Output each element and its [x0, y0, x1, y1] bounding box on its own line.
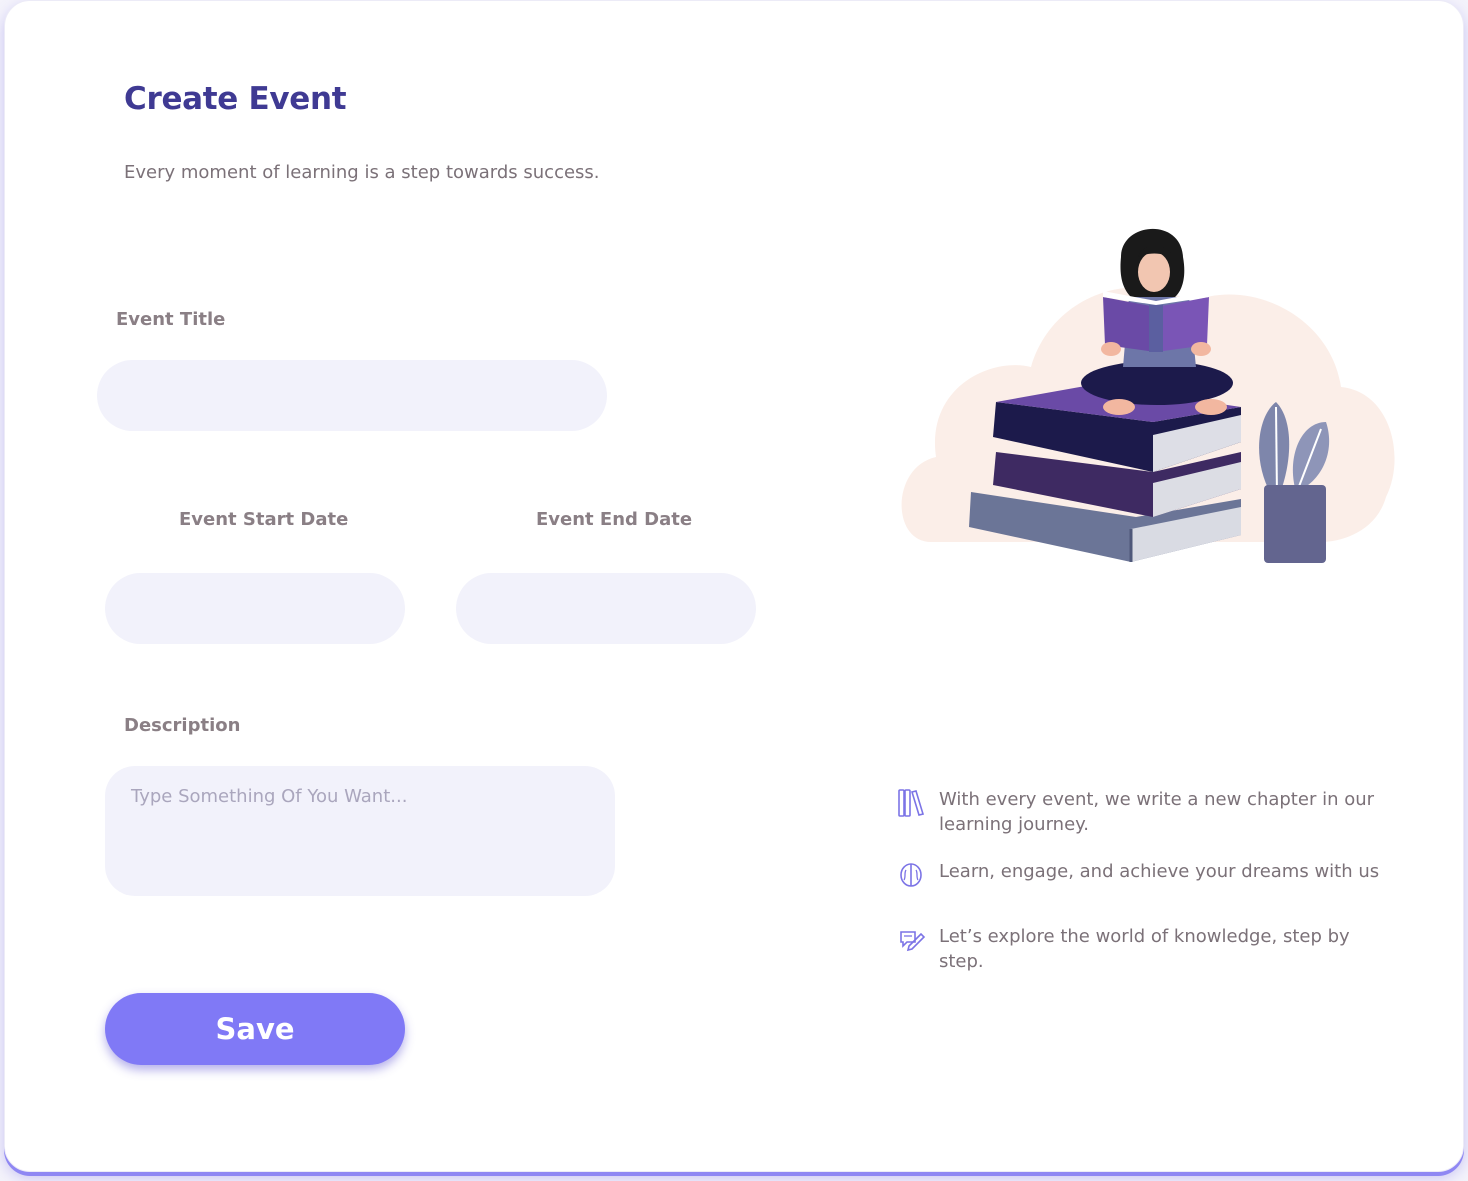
event-title-input[interactable]: [97, 360, 607, 431]
feature-text: Let’s explore the world of knowledge, st…: [939, 926, 1350, 972]
event-start-date-input[interactable]: [105, 573, 405, 644]
create-event-card: Create Event Every moment of learning is…: [4, 0, 1464, 1172]
feature-text: Learn, engage, and achieve your dreams w…: [939, 861, 1380, 882]
page-title: Create Event: [124, 81, 347, 117]
description-label: Description: [124, 715, 241, 736]
feature-item: With every event, we write a new chapter…: [895, 787, 1389, 837]
event-end-date-label: Event End Date: [536, 509, 693, 530]
feature-item: Let’s explore the world of knowledge, st…: [895, 924, 1389, 974]
feature-text: With every event, we write a new chapter…: [939, 789, 1375, 835]
page-subtitle: Every moment of learning is a step towar…: [124, 162, 600, 183]
feature-item: Learn, engage, and achieve your dreams w…: [895, 859, 1389, 891]
event-start-date-label: Event Start Date: [179, 509, 349, 530]
brain-icon: [900, 863, 922, 887]
books-icon: [898, 789, 925, 817]
save-button[interactable]: Save: [105, 993, 405, 1065]
event-title-label: Event Title: [116, 309, 226, 330]
event-end-date-input[interactable]: [456, 573, 756, 644]
pencil-note-icon: [900, 931, 926, 952]
description-textarea[interactable]: [105, 766, 615, 896]
woman-reading-illustration: [901, 228, 1395, 563]
